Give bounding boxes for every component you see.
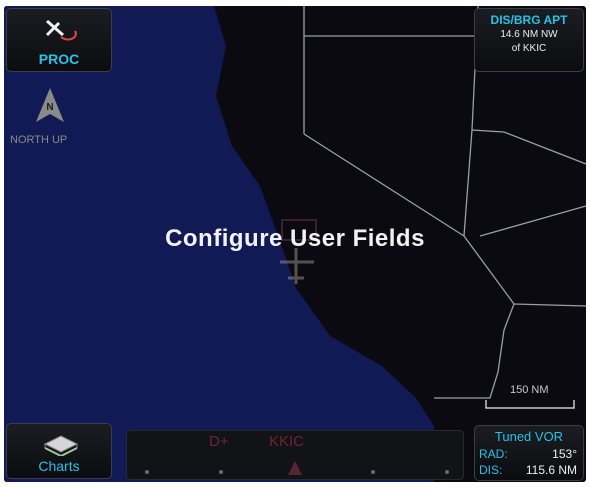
charts-label: Charts (38, 458, 80, 474)
charts-icon (43, 435, 79, 456)
north-letter: N (46, 102, 53, 113)
charts-button[interactable]: Charts (6, 423, 112, 479)
radial-key: RAD: (479, 447, 508, 461)
user-field-distance: 14.6 NM NW (500, 29, 558, 40)
proc-button[interactable]: PROC (6, 8, 112, 72)
distance-row: DIS: 115.6 NM (479, 463, 577, 478)
user-field-bottom-right[interactable]: Tuned VOR RAD: 153° DIS: 115.6 NM (474, 425, 584, 481)
mfd-screen: PROC N NORTH UP DIS/BRG APT 14.6 NM NW o… (4, 6, 586, 482)
procedure-icon (45, 19, 77, 41)
user-field-title: DIS/BRG APT (490, 13, 568, 27)
radial-value: 153° (552, 447, 577, 461)
user-field-reference: of KKIC (511, 43, 547, 54)
radial-row: RAD: 153° (479, 447, 577, 462)
north-arrow-icon: N (36, 88, 64, 122)
waypoint-direct-to: D+ (209, 433, 229, 450)
distance-key: DIS: (479, 463, 503, 477)
map-scale-label: 150 NM (510, 384, 549, 396)
strip-dot (219, 470, 223, 474)
tuned-vor-title: Tuned VOR (494, 429, 564, 444)
scale-bar (485, 400, 575, 409)
north-up-indicator[interactable]: N NORTH UP (10, 88, 90, 158)
strip-dot (445, 470, 449, 474)
waypoint-kkic: KKIC (269, 433, 305, 450)
strip-dot (145, 470, 149, 474)
orientation-label: NORTH UP (10, 134, 68, 146)
ownship-marker-icon (288, 461, 302, 475)
map-scale: 150 NM (484, 384, 576, 414)
waypoint-strip[interactable]: D+ KKIC (126, 430, 464, 480)
distance-value: 115.6 NM (525, 463, 577, 477)
user-field-top-right[interactable]: DIS/BRG APT 14.6 NM NW of KKIC (474, 8, 584, 72)
strip-dot (371, 470, 375, 474)
proc-label: PROC (38, 51, 80, 67)
configure-user-fields-label: Configure User Fields (165, 225, 425, 252)
